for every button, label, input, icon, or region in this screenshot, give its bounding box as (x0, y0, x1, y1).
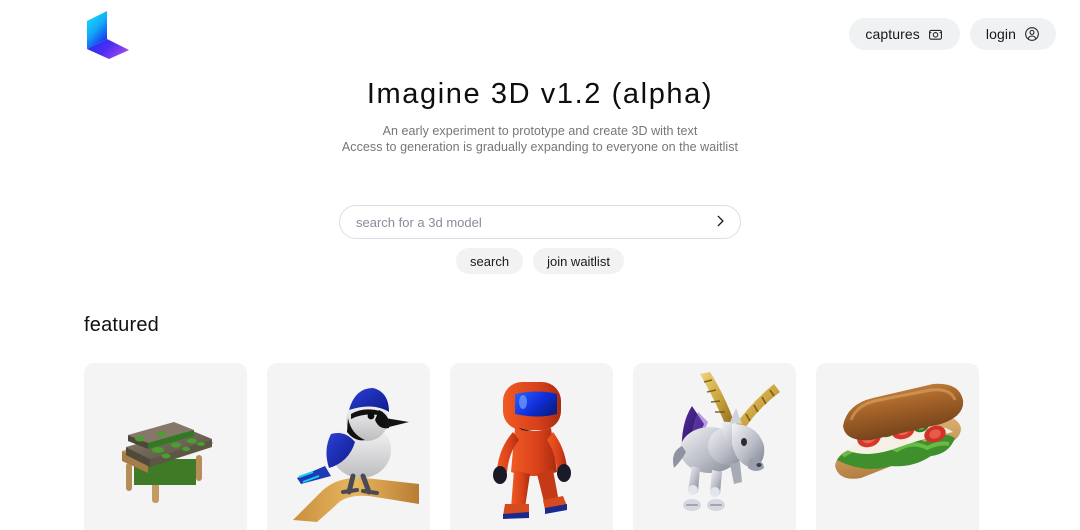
orange-astronaut-thumbnail (450, 363, 613, 530)
featured-card-mossy-bed[interactable] (84, 363, 247, 530)
search-submit-button[interactable] (710, 212, 730, 232)
account-circle-icon (1024, 26, 1040, 42)
captures-label: captures (865, 26, 920, 42)
unicorn-thumbnail (633, 363, 796, 530)
page-header: captures login (0, 0, 1080, 68)
featured-card-unicorn[interactable] (633, 363, 796, 530)
hero-subtitle-line-2: Access to generation is gradually expand… (341, 140, 739, 154)
featured-card-grid (84, 363, 996, 530)
sub-sandwich-thumbnail (816, 363, 979, 530)
featured-heading: featured (84, 314, 159, 336)
search-row (0, 205, 1080, 239)
logo-icon (87, 11, 129, 59)
login-label: login (985, 26, 1016, 42)
page-title: Imagine 3D v1.2 (alpha) (366, 78, 714, 110)
hero-section: Imagine 3D v1.2 (alpha) An early experim… (0, 74, 1080, 155)
login-button[interactable]: login (969, 18, 1056, 50)
header-actions: captures login (849, 18, 1056, 50)
hero-subtitle-line-1: An early experiment to prototype and cre… (382, 124, 698, 138)
featured-card-sub-sandwich[interactable] (816, 363, 979, 530)
join-waitlist-button[interactable]: join waitlist (533, 248, 624, 274)
chevron-right-icon (713, 214, 727, 231)
blue-jay-thumbnail (267, 363, 430, 530)
search-box[interactable] (339, 205, 741, 239)
hero-subtitle: An early experiment to prototype and cre… (0, 123, 1080, 155)
search-button[interactable]: search (456, 248, 524, 274)
captures-button[interactable]: captures (849, 18, 960, 50)
search-input[interactable] (340, 206, 740, 238)
cta-row: search join waitlist (0, 248, 1080, 274)
featured-card-blue-jay[interactable] (267, 363, 430, 530)
featured-card-orange-astronaut[interactable] (450, 363, 613, 530)
mossy-bed-thumbnail (84, 363, 247, 530)
camera-icon (928, 26, 944, 42)
imagine-3d-logo[interactable] (80, 6, 136, 62)
